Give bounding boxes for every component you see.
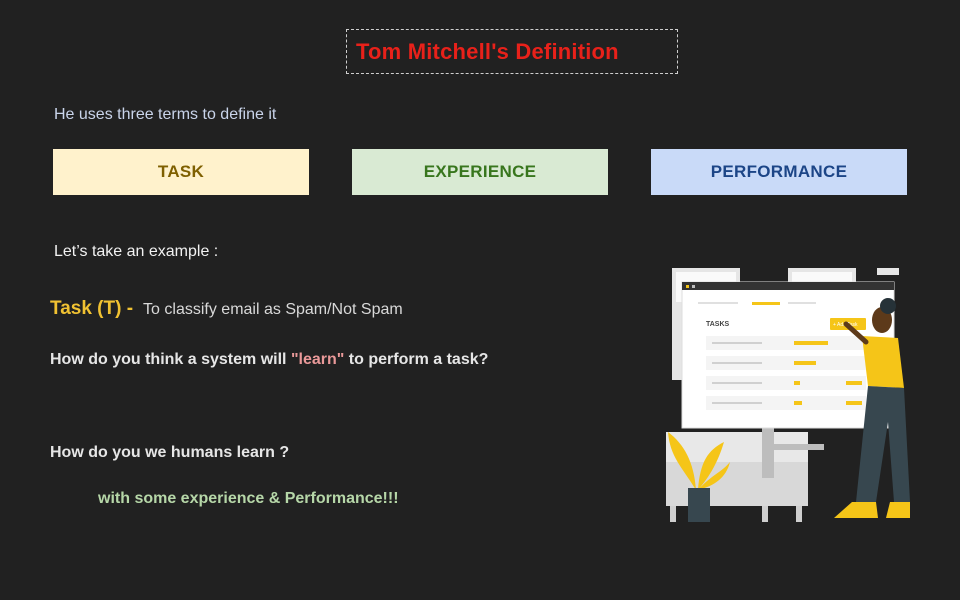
- question-text-before: How do you think a system will: [50, 351, 291, 368]
- term-experience: EXPERIENCE: [352, 149, 608, 195]
- example-heading: Let’s take an example :: [54, 243, 219, 260]
- task-text: To classify email as Spam/Not Spam: [143, 301, 403, 318]
- slide-title: Tom Mitchell's Definition: [356, 38, 619, 64]
- task-row: Task (T) - To classify email as Spam/Not…: [50, 298, 403, 320]
- subtitle: He uses three terms to define it: [54, 106, 277, 123]
- question-text-after: to perform a task?: [344, 351, 489, 368]
- question-humans: How do you we humans learn ?: [50, 444, 290, 461]
- question-learn: How do you think a system will "learn" t…: [50, 351, 488, 369]
- answer-text: with some experience & Performance!!!: [98, 490, 399, 507]
- learn-highlight: "learn": [290, 351, 345, 368]
- plant-pot: [688, 488, 710, 522]
- task-label: Task (T) -: [50, 298, 134, 319]
- title-box: Tom Mitchell's Definition: [346, 29, 678, 74]
- term-performance: PERFORMANCE: [651, 149, 907, 195]
- term-task: TASK: [53, 149, 309, 195]
- task-board-illustration: TASKS + Add Task: [666, 268, 910, 522]
- screen-heading: TASKS: [706, 321, 730, 328]
